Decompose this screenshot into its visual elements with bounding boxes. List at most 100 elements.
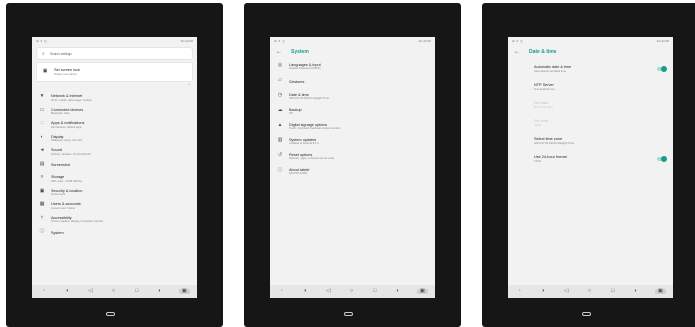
suggestion-card[interactable]: ▣ Set screen lock Protect your device	[37, 63, 192, 81]
system-screen: ⊞ ▾ ◫ 4G 22:06 ← System ◎ Languages & inp…	[270, 37, 435, 298]
item-title: Sound	[51, 148, 62, 152]
settings-item[interactable]: † Accessibility Screen readers, display, i…	[32, 213, 197, 227]
settings-item[interactable]: ◄ Sound Volume, vibration, Do Not Disturb	[32, 145, 197, 159]
settings-item[interactable]: ∷ Apps & notifications Permissions, defaul…	[32, 118, 197, 132]
item-subtitle: Screen lock	[51, 193, 66, 196]
item-subtitle: Updated to Android 8.1.0	[289, 142, 319, 146]
suggestion-subtitle: Protect your device	[54, 72, 78, 76]
screenshot-icon[interactable]: ◐	[156, 288, 165, 295]
settings-item[interactable]: ▦ Users & accounts Current user: Owner	[32, 199, 197, 213]
item-title: Connected devices	[51, 107, 84, 112]
back-icon[interactable]: ◁	[86, 288, 95, 295]
settings-item[interactable]: ▼ Network & internet Wi-Fi, mobile, data u…	[32, 91, 197, 105]
settings-item[interactable]: ▲ Digital signage options Touch, Keyboard,…	[270, 119, 435, 134]
settings-item[interactable]: ▱ Gestures	[270, 74, 435, 89]
search-bar[interactable]: ⌕ Search settings	[37, 48, 192, 59]
home-icon[interactable]: ○	[585, 288, 594, 295]
item-title: Storage	[51, 175, 65, 179]
apps-icon: ∷	[40, 121, 44, 127]
item-subtitle: AD-DTP-10001	[289, 172, 308, 176]
settings-item[interactable]: Automatic date & time Use network-provide…	[508, 60, 673, 78]
volume-up-icon[interactable]: ◑	[62, 288, 71, 295]
settings-item[interactable]: ⓘ System	[32, 226, 197, 240]
devices-icon: ▭	[39, 107, 45, 113]
settings-item[interactable]: ▭ Connected devices Bluetooth, Cast	[32, 105, 197, 119]
settings-screen: ⊞ ▾ ◫ 4G 22:06 ⌕ Search settings ▣ Set s…	[32, 37, 197, 298]
tablet-device-settings: ⊞ ▾ ◫ 4G 22:06 ⌕ Search settings ▣ Set s…	[6, 3, 223, 327]
item-title: Gestures	[289, 79, 305, 84]
item-title: Display	[51, 134, 64, 139]
settings-item[interactable]: ◷ Date & time GMT+01:00 Pacific Daylight T…	[270, 89, 435, 104]
recents-icon[interactable]: □	[608, 288, 617, 295]
settings-item[interactable]: ◎ Languages & input Android Keyboard (AOSP…	[270, 59, 435, 74]
update-icon: ▥	[277, 138, 283, 144]
home-icon[interactable]: ○	[347, 288, 356, 295]
volume-down-icon[interactable]: ◦	[39, 288, 48, 295]
toggle-switch[interactable]	[657, 156, 667, 162]
volume-icon: ◄	[39, 148, 45, 154]
item-subtitle: Wi-Fi, mobile, data usage, hotspot	[51, 98, 92, 102]
gesture-icon: ▱	[278, 78, 282, 84]
system-list: ◎ Languages & input Android Keyboard (AOSP…	[270, 59, 435, 179]
home-icon[interactable]: ○	[109, 288, 118, 295]
item-subtitle: Off	[289, 112, 293, 116]
physical-home-button[interactable]	[344, 312, 353, 316]
notification-icon: ⊞	[36, 39, 39, 43]
nav-bar: ◦ ◑ ◁ ○ □ ◐ ▣	[508, 285, 673, 298]
settings-item[interactable]: Use 24-hour format 13:00	[508, 150, 673, 168]
item-title: Security & location	[51, 188, 83, 193]
physical-home-button[interactable]	[106, 312, 115, 316]
item-subtitle: Use network-provided time	[534, 69, 566, 73]
reset-icon: ↺	[277, 153, 283, 159]
system-icon: ⓘ	[39, 229, 45, 235]
settings-item[interactable]: ⓘ About tablet AD-DTP-10001	[270, 164, 435, 179]
recents-icon[interactable]: □	[132, 288, 141, 295]
settings-item[interactable]: ≡ Storage 32% used - 10.85 GB free	[32, 172, 197, 186]
recents-icon[interactable]: □	[370, 288, 379, 295]
menu-icon[interactable]: ▣	[178, 288, 190, 295]
settings-item[interactable]: ◐ Display Wallpaper, sleep, font size	[32, 132, 197, 146]
search-icon: ⌕	[42, 50, 45, 57]
back-icon[interactable]: ◁	[562, 288, 571, 295]
app-bar: ← Date & time	[508, 45, 673, 59]
backup-icon: ☁	[277, 108, 283, 114]
menu-icon[interactable]: ▣	[654, 288, 666, 295]
volume-down-icon[interactable]: ◦	[277, 288, 286, 295]
item-title: Reset options	[289, 152, 313, 157]
chevron-up-icon[interactable]: ⌃	[32, 83, 197, 91]
settings-item[interactable]: Select time zone GMT+07:00 Pacific Daylig…	[508, 132, 673, 150]
item-subtitle: Touch, Keyboard, hardware buttons contro…	[289, 127, 341, 131]
item-title: Accessibility	[51, 215, 72, 220]
toggle-switch[interactable]	[657, 66, 667, 72]
back-arrow-icon[interactable]: ←	[514, 49, 520, 55]
screenshot-icon[interactable]: ◐	[394, 288, 403, 295]
screenshot-icon[interactable]: ◐	[632, 288, 641, 295]
volume-up-icon[interactable]: ◑	[300, 288, 309, 295]
settings-item[interactable]: ▣ Security & location Screen lock	[32, 186, 197, 200]
status-bar: ⊞ ▾ ◫ 4G 22:06	[270, 37, 435, 45]
suggestion-title: Set screen lock	[54, 68, 80, 73]
item-title: Select time zone	[534, 137, 563, 142]
back-arrow-icon[interactable]: ←	[276, 49, 282, 55]
globe-icon: ◎	[277, 63, 283, 69]
physical-home-button[interactable]	[582, 312, 591, 316]
volume-up-icon[interactable]: ◑	[538, 288, 547, 295]
page-title: Date & time	[529, 49, 557, 55]
settings-item[interactable]: ▤ Screenshot	[32, 159, 197, 173]
back-icon[interactable]: ◁	[324, 288, 333, 295]
settings-item[interactable]: ▥ System updates Updated to Android 8.1.0	[270, 134, 435, 149]
status-bar: ⊞ ▾ ◫ 4G 22:06	[508, 37, 673, 45]
item-title: Set date	[534, 101, 549, 106]
item-subtitle: Bluetooth, Cast	[51, 112, 70, 115]
date-time-list: Automatic date & time Use network-provide…	[508, 59, 673, 168]
menu-icon[interactable]: ▣	[416, 288, 428, 295]
item-subtitle: GMT+01:00 Pacific Daylight Time	[289, 97, 329, 101]
item-title: Apps & notifications	[51, 121, 85, 125]
download-icon: ▾	[516, 39, 519, 43]
volume-down-icon[interactable]: ◦	[515, 288, 524, 295]
settings-item[interactable]: NTP Server time.android.com	[508, 78, 673, 96]
settings-item[interactable]: ☁ Backup Off	[270, 104, 435, 119]
settings-item[interactable]: ↺ Reset options Network, apps, or device c…	[270, 149, 435, 164]
item-title: Automatic date & time	[534, 65, 572, 70]
settings-list: ▼ Network & internet Wi-Fi, mobile, data u…	[32, 91, 197, 240]
